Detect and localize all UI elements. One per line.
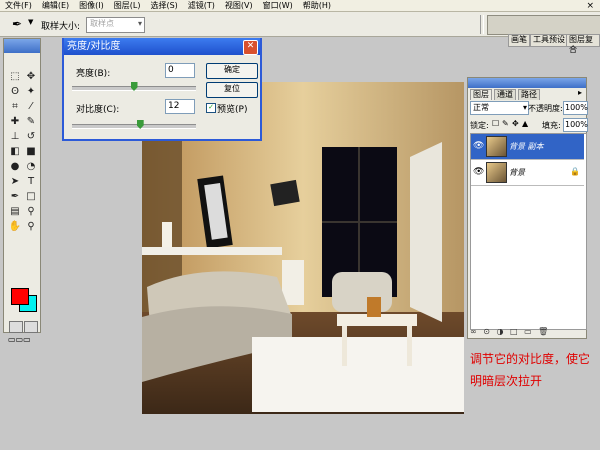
well-tab-layer-comps[interactable]: 图层复合 [566,34,600,54]
chevron-down-icon: ▾ [137,19,142,28]
panel-footer-icons[interactable]: ∞ ⊙ ◑ □ ▭ 🗑 [470,327,586,337]
tool-grid: ⬚ ✥ ʘ ✦ ⌗ ⁄ ✚ ✎ ⊥ ↺ ◧ ■ ● ◔ ➤ T ✒ □ ▤ ⚲ … [7,69,39,234]
pen-tool-icon[interactable]: ✒ [7,189,23,204]
opacity-label: 不透明度: [528,104,563,113]
preview-checkbox[interactable]: ✓ [206,103,216,113]
toolbox: ⬚ ✥ ʘ ✦ ⌗ ⁄ ✚ ✎ ⊥ ↺ ◧ ■ ● ◔ ➤ T ✒ □ ▤ ⚲ … [3,38,41,344]
zoom-tool-icon[interactable]: ⚲ [23,219,39,234]
menu-view[interactable]: 视图(V) [220,0,258,11]
screen-mode-icon[interactable]: ▭▭▭ [8,335,31,344]
gradient-tool-icon[interactable]: ■ [23,144,39,159]
annotation-line-1: 调节它的对比度，使它 [470,352,591,366]
brightness-label: 亮度(B): [76,69,111,79]
close-icon[interactable]: ✕ [243,40,258,55]
chevron-down-icon[interactable]: ▼ [28,18,33,26]
history-brush-tool-icon[interactable]: ↺ [23,129,39,144]
path-select-tool-icon[interactable]: ➤ [7,174,23,189]
tab-layers[interactable]: 图层 [470,89,492,100]
blur-tool-icon[interactable]: ● [7,159,23,174]
layers-panel: 图层 通道 路径 ▸ 正常 ▾ 不透明度: 100% 锁定: ☐ ✎ ✥ ▲ 填… [467,77,588,339]
lock-label: 锁定: [470,121,489,130]
menu-bar: 文件(F) 编辑(E) 图像(I) 图层(L) 选择(S) 滤镜(T) 视图(V… [0,0,600,12]
layer-thumbnail [486,162,507,183]
lock-move-icon[interactable]: ✥ [512,119,519,128]
fill-input[interactable]: 100% [563,118,588,132]
menu-select[interactable]: 选择(S) [145,0,182,11]
eye-icon[interactable]: 👁 [473,167,484,177]
sample-size-label: 取样大小: [41,22,81,32]
contrast-input[interactable]: 12 [165,99,195,114]
layer-thumbnail [486,136,507,157]
lock-transparency-icon[interactable]: ☐ [492,119,499,128]
palette-well [487,15,600,35]
menu-help[interactable]: 帮助(H) [298,0,336,11]
blend-mode-value: 正常 [473,103,489,112]
quickmask-mode-icon[interactable] [24,321,38,333]
panel-menu-icon[interactable]: ▸ [578,88,582,97]
tab-paths[interactable]: 路径 [518,89,540,100]
menu-layer[interactable]: 图层(L) [109,0,146,11]
hand-tool-icon[interactable]: ✋ [7,219,23,234]
panel-tabs: 图层 通道 路径 ▸ [468,88,586,100]
fill-label: 填充: [542,121,561,130]
brightness-input[interactable]: 0 [165,63,195,78]
brush-tool-icon[interactable]: ✎ [23,114,39,129]
menu-edit[interactable]: 编辑(E) [37,0,74,11]
options-bar: ✒ ▼ 取样大小: 取样点 ▾ 画笔 工具预设 图层复合 [0,12,600,54]
lock-brush-icon[interactable]: ✎ [502,119,509,128]
blend-row: 正常 ▾ 不透明度: 100% [470,101,588,115]
lock-row: 锁定: ☐ ✎ ✥ ▲ 填充: 100% [470,118,588,132]
lasso-tool-icon[interactable]: ʘ [7,84,23,99]
eye-icon[interactable]: 👁 [473,141,484,151]
healing-brush-tool-icon[interactable]: ✚ [7,114,23,129]
crop-tool-icon[interactable]: ⌗ [7,99,23,114]
menu-window[interactable]: 窗口(W) [258,0,298,11]
annotation-text: 调节它的对比度，使它 明暗层次拉开 [470,348,600,392]
annotation-line-2: 明暗层次拉开 [470,374,543,388]
eyedropper-icon[interactable]: ✒ [8,16,26,32]
tab-channels[interactable]: 通道 [494,89,516,100]
layer-list: 👁 背景 副本 👁 背景 🔒 [470,133,587,330]
close-icon[interactable]: × [586,1,594,11]
menu-filter[interactable]: 滤镜(T) [183,0,220,11]
clone-stamp-tool-icon[interactable]: ⊥ [7,129,23,144]
eraser-tool-icon[interactable]: ◧ [7,144,23,159]
layer-row[interactable]: 👁 背景 副本 [471,134,584,160]
layer-name: 背景 [509,168,525,177]
magic-wand-tool-icon[interactable]: ✦ [23,84,39,99]
contrast-slider-track[interactable] [72,124,196,129]
contrast-label: 对比度(C): [76,105,120,115]
lock-icon: 🔒 [570,167,580,176]
sample-size-select[interactable]: 取样点 ▾ [86,17,145,33]
move-tool-icon[interactable]: ✥ [23,69,39,84]
well-tab-tool-presets[interactable]: 工具预设 [530,34,568,47]
marquee-tool-icon[interactable]: ⬚ [7,69,23,84]
brightness-contrast-dialog: 亮度/对比度 ✕ 亮度(B): 0 对比度(C): 12 确定 复位 ✓ 预览(… [62,38,262,141]
foreground-color-swatch[interactable] [11,288,29,305]
dodge-tool-icon[interactable]: ◔ [23,159,39,174]
opacity-input[interactable]: 100% [563,101,588,115]
ok-button[interactable]: 确定 [206,63,258,79]
preview-label: 预览(P) [217,105,248,115]
reset-button[interactable]: 复位 [206,82,258,98]
dialog-title[interactable]: 亮度/对比度 [64,38,260,55]
well-tab-brushes[interactable]: 画笔 [508,34,530,47]
blend-mode-select[interactable]: 正常 ▾ [470,101,529,115]
menu-file[interactable]: 文件(F) [0,0,37,11]
toolbox-header[interactable] [4,39,40,53]
panel-header[interactable] [468,78,586,88]
menu-image[interactable]: 图像(I) [74,0,109,11]
layer-name: 背景 副本 [509,142,544,151]
standard-mode-icon[interactable] [9,321,23,333]
divider [480,15,484,34]
sample-size-value: 取样点 [90,19,114,28]
shape-tool-icon[interactable]: □ [23,189,39,204]
lock-all-icon[interactable]: ▲ [522,119,528,128]
type-tool-icon[interactable]: T [23,174,39,189]
layer-row[interactable]: 👁 背景 🔒 [471,160,584,186]
chevron-down-icon: ▾ [522,103,527,112]
slice-tool-icon[interactable]: ⁄ [23,99,39,114]
eyedropper-tool-icon[interactable]: ⚲ [23,204,39,219]
notes-tool-icon[interactable]: ▤ [7,204,23,219]
